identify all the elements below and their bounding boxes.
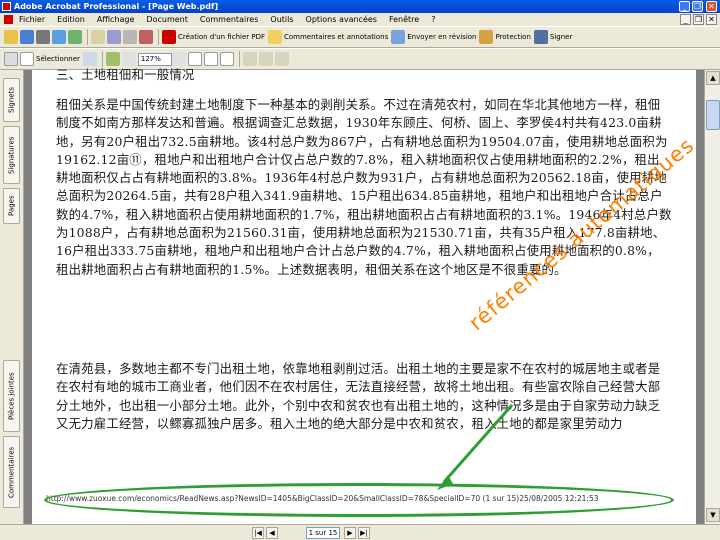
scroll-thumb[interactable] <box>706 100 720 130</box>
doc-minimize-button[interactable]: _ <box>680 14 691 25</box>
protection-button[interactable]: Protection <box>479 29 531 45</box>
document-area: 三、土地租佃和一般情况 租佃关系是中国传统封建土地制度下一种基本的剥削关系。不过… <box>24 67 704 524</box>
menu-view[interactable]: Affichage <box>97 13 135 26</box>
toolbar-separator <box>101 51 103 67</box>
highlight-icon[interactable] <box>139 30 153 44</box>
doc-restore-button[interactable]: ❐ <box>693 14 704 25</box>
navigation-pane: Signets Signatures Pages Pièces jointes … <box>0 70 24 524</box>
page-number-field[interactable]: 1 sur 15 <box>306 527 340 539</box>
stamp-icon[interactable] <box>91 30 105 44</box>
zoom-in-icon[interactable] <box>105 52 120 66</box>
toolbar-separator <box>238 51 240 67</box>
attach-icon[interactable] <box>123 30 137 44</box>
close-button[interactable]: ✕ <box>706 1 717 12</box>
tab-attachments[interactable]: Pièces jointes <box>3 360 20 432</box>
sign-button[interactable]: Signer <box>533 29 572 45</box>
previous-page-button[interactable]: ◀ <box>266 527 278 539</box>
menu-edit[interactable]: Edition <box>57 13 85 26</box>
toolbar-file: Création d'un fichier PDF Commentaires e… <box>0 26 720 48</box>
send-for-review-button[interactable]: Envoyer en révision <box>391 29 476 45</box>
select-tool-button[interactable]: Sélectionner <box>20 51 80 67</box>
comment-icon <box>268 30 282 44</box>
print-icon[interactable] <box>36 30 50 44</box>
menu-tools[interactable]: Outils <box>270 13 293 26</box>
text-select-icon <box>20 52 34 66</box>
create-pdf-button[interactable]: Création d'un fichier PDF <box>162 29 265 45</box>
next-view-icon[interactable] <box>274 52 289 66</box>
menu-advanced[interactable]: Options avancées <box>306 13 377 26</box>
scroll-down-button[interactable]: ▼ <box>706 508 720 522</box>
signature-icon <box>533 30 548 44</box>
zoom-dropdown-icon[interactable] <box>171 52 186 66</box>
toolbar-separator <box>158 29 159 45</box>
pencil-icon[interactable] <box>107 30 121 44</box>
search-icon[interactable] <box>68 30 82 44</box>
tab-comments[interactable]: Commentaires <box>3 436 20 508</box>
menu-help[interactable]: ? <box>431 13 435 26</box>
menu-bar: Fichier Edition Affichage Document Comme… <box>0 13 720 26</box>
scroll-up-button[interactable]: ▲ <box>706 71 720 85</box>
save-icon[interactable] <box>20 30 34 44</box>
zoom-out-icon[interactable] <box>121 52 136 66</box>
review-icon <box>391 30 406 44</box>
first-page-button[interactable]: |◀ <box>252 527 264 539</box>
status-bar: |◀ ◀ 1 sur 15 ▶ ▶| <box>0 524 720 540</box>
menu-file[interactable]: Fichier <box>19 13 45 26</box>
minimize-button[interactable]: _ <box>679 1 690 12</box>
lock-icon <box>479 30 494 44</box>
title-bar: Adobe Acrobat Professional - [Page Web.p… <box>0 0 720 13</box>
hand-icon[interactable] <box>4 52 18 66</box>
tab-bookmarks[interactable]: Signets <box>3 78 20 122</box>
document-menu-icon[interactable] <box>4 15 13 24</box>
acrobat-app-icon <box>2 2 11 11</box>
next-page-button[interactable]: ▶ <box>344 527 356 539</box>
pdf-icon <box>162 30 176 44</box>
fit-page-icon[interactable] <box>203 52 218 66</box>
previous-view-icon[interactable] <box>258 52 273 66</box>
restore-button[interactable]: ❐ <box>692 1 703 12</box>
actual-size-icon[interactable] <box>187 52 202 66</box>
snapshot-icon[interactable] <box>82 52 97 66</box>
open-icon[interactable] <box>4 30 18 44</box>
window-title: Adobe Acrobat Professional - [Page Web.p… <box>14 2 219 11</box>
vertical-scrollbar[interactable]: ▲ ▼ <box>704 70 720 524</box>
fit-width-icon[interactable] <box>219 52 234 66</box>
email-icon[interactable] <box>52 30 66 44</box>
menu-window[interactable]: Fenêtre <box>389 13 419 26</box>
menu-document[interactable]: Document <box>146 13 187 26</box>
annotation-arrow <box>437 404 514 490</box>
pdf-page: 三、土地租佃和一般情况 租佃关系是中国传统封建土地制度下一种基本的剥削关系。不过… <box>32 67 699 524</box>
menu-comments[interactable]: Commentaires <box>200 13 259 26</box>
tab-pages[interactable]: Pages <box>3 188 20 224</box>
doc-close-button[interactable]: ✕ <box>706 14 717 25</box>
rotate-icon[interactable] <box>242 52 257 66</box>
last-page-button[interactable]: ▶| <box>358 527 370 539</box>
zoom-input[interactable]: 127% <box>137 52 172 66</box>
tab-signatures[interactable]: Signatures <box>3 126 20 184</box>
toolbar-separator <box>87 29 88 45</box>
comment-markup-button[interactable]: Commentaires et annotations <box>268 29 388 45</box>
